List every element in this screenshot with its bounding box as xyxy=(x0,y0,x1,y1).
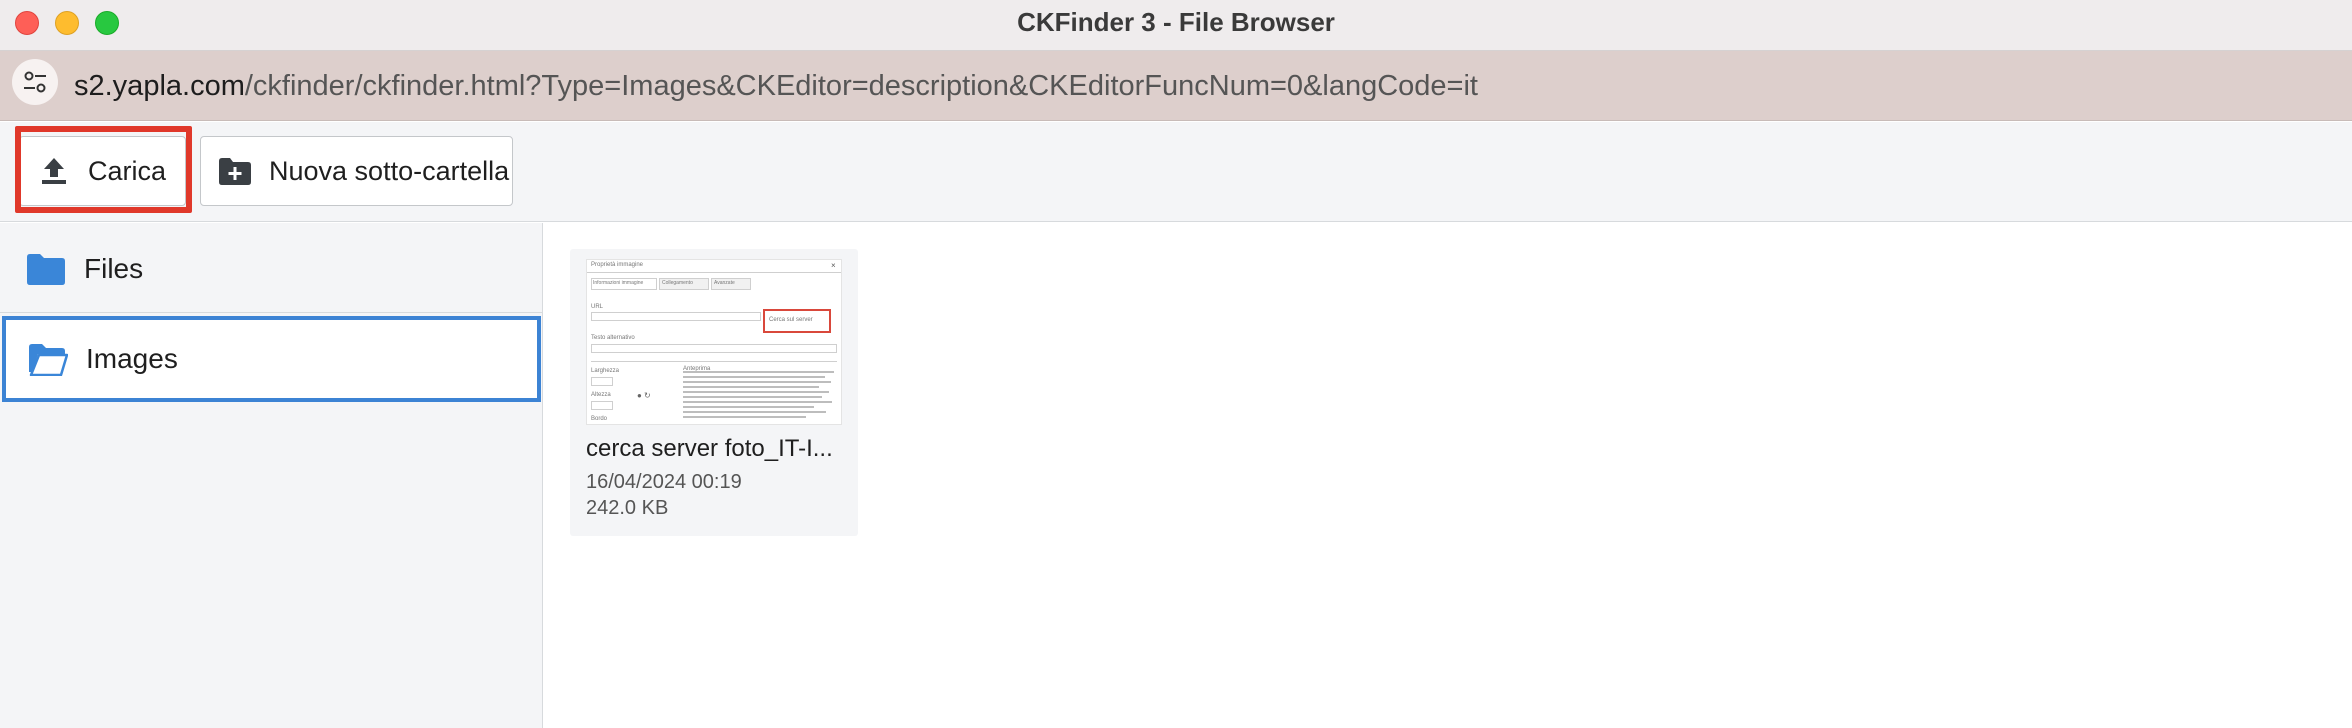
toolbar: Carica Nuova sotto-cartella xyxy=(0,122,2352,323)
thumb-width-label: Larghezza xyxy=(591,368,620,374)
thumb-title: Proprietà immagine xyxy=(591,262,644,268)
window-titlebar: CKFinder 3 - File Browser xyxy=(0,0,2352,51)
file-card[interactable]: Proprietà immagine × Informazioni immagi… xyxy=(570,249,858,536)
site-settings-icon[interactable] xyxy=(12,59,58,105)
thumb-tab: Avanzate xyxy=(714,280,735,286)
window-title: CKFinder 3 - File Browser xyxy=(1017,7,1335,37)
file-date: 16/04/2024 00:19 xyxy=(586,471,742,493)
upload-button[interactable]: Carica xyxy=(19,136,186,206)
new-subfolder-button[interactable]: Nuova sotto-cartella xyxy=(200,136,513,206)
thumb-alt-label: Testo alternativo xyxy=(591,335,635,341)
folder-sidebar: Files Images xyxy=(0,223,543,728)
file-list-area: Proprietà immagine × Informazioni immagi… xyxy=(544,223,2352,728)
sidebar-item-label: Images xyxy=(86,343,178,374)
thumb-lock-glyph: ● ↻ xyxy=(637,391,651,400)
file-size: 242.0 KB xyxy=(586,497,669,519)
folder-icon xyxy=(26,251,66,287)
thumb-tab: Informazioni immagine xyxy=(593,280,644,286)
url-host: s2.yapla.com xyxy=(74,70,245,102)
sidebar-item-files[interactable]: Files xyxy=(0,225,543,313)
thumb-tab: Collegamento xyxy=(662,280,693,286)
thumb-border-label: Bordo xyxy=(591,416,608,422)
thumb-close-glyph: × xyxy=(831,261,836,270)
thumb-preview-text xyxy=(683,371,837,423)
folder-plus-icon xyxy=(217,153,253,189)
sidebar-item-label: Files xyxy=(84,252,144,284)
upload-button-label: Carica xyxy=(88,155,167,186)
thumb-height-label: Altezza xyxy=(591,392,611,398)
sidebar-item-images[interactable]: Images xyxy=(2,316,541,402)
url-text[interactable]: s2.yapla.com/ckfinder/ckfinder.html?Type… xyxy=(74,51,1478,121)
address-bar[interactable]: s2.yapla.com/ckfinder/ckfinder.html?Type… xyxy=(0,51,2352,121)
upload-icon xyxy=(36,153,72,189)
file-name: cerca server foto_IT-I... xyxy=(586,435,833,462)
file-thumbnail: Proprietà immagine × Informazioni immagi… xyxy=(586,259,842,425)
url-path: /ckfinder/ckfinder.html?Type=Images&CKEd… xyxy=(244,70,1478,102)
thumb-browse-button: Cerca sul server xyxy=(769,317,813,323)
thumb-url-label: URL xyxy=(591,304,604,310)
new-subfolder-label: Nuova sotto-cartella xyxy=(269,155,510,186)
folder-open-icon xyxy=(28,341,68,377)
